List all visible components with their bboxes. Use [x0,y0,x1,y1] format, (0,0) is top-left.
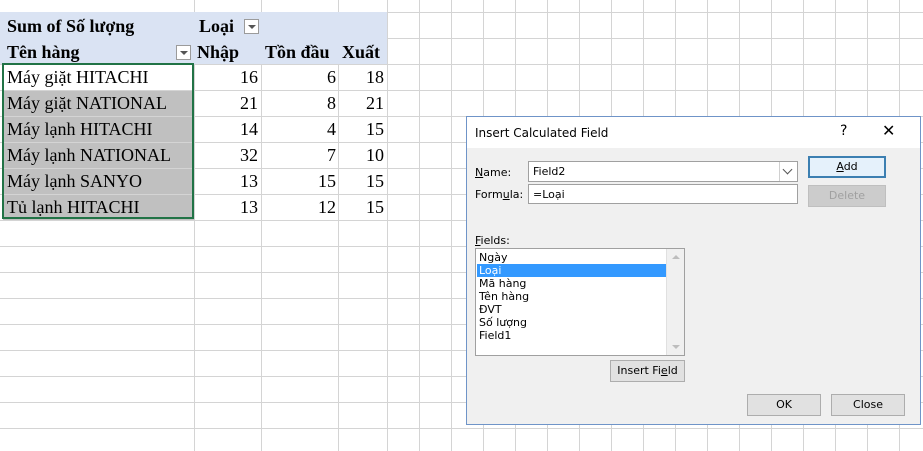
fields-listbox[interactable]: Ngày Loại Mã hàng Tên hàng ĐVT Số lượng … [475,248,685,356]
pivot-row-field-label: Tên hàng [7,42,80,62]
name-combobox[interactable]: Field2 [528,161,798,182]
cell-value[interactable]: 14 [198,116,258,142]
close-button[interactable]: Close [831,394,905,416]
dialog-titlebar[interactable]: Insert Calculated Field ? ✕ [467,117,920,148]
cell-value[interactable]: 8 [262,90,336,116]
cell-value[interactable]: 4 [262,116,336,142]
column-filter-dropdown-icon[interactable] [244,19,259,34]
cell-value[interactable]: 15 [340,116,384,142]
dialog-title: Insert Calculated Field [475,126,609,140]
selection-border [2,63,194,219]
row-filter-dropdown-icon[interactable] [176,45,191,60]
pivot-corner-label: Sum of Số lượng [7,16,135,36]
list-item[interactable]: ĐVT [477,303,669,316]
help-icon[interactable]: ? [840,123,847,139]
list-item[interactable]: Loại [477,264,669,277]
grid-row-line [0,428,923,429]
delete-button[interactable]: Delete [808,185,886,207]
cell-value[interactable]: 10 [340,142,384,168]
ok-button[interactable]: OK [747,394,821,416]
list-item[interactable]: Mã hàng [477,277,669,290]
pivot-column-header: Nhập [197,42,240,62]
fields-scrollbar[interactable] [666,249,684,355]
grid-column-line [419,0,420,451]
cell-value[interactable]: 15 [262,168,336,194]
cell-value[interactable]: 32 [198,142,258,168]
grid-column-line [451,0,452,451]
cell-value[interactable]: 15 [340,168,384,194]
add-button[interactable]: Add [808,156,886,178]
list-item[interactable]: Số lượng [477,316,669,329]
cell-value[interactable]: 21 [198,90,258,116]
fields-label: Fields: [475,234,510,247]
list-item[interactable]: Ngày [477,251,669,264]
cell-value[interactable]: 7 [262,142,336,168]
name-value: Field2 [533,165,566,178]
formula-input[interactable]: =Loại [528,184,798,204]
scroll-down-icon[interactable] [672,345,680,349]
pivot-column-header: Xuất [342,42,381,62]
cell-value[interactable]: 16 [198,64,258,90]
close-icon[interactable]: ✕ [882,121,895,140]
insert-field-button[interactable]: Insert Field [610,360,685,382]
scroll-up-icon[interactable] [672,255,680,259]
chevron-down-icon[interactable] [779,162,797,181]
cell-value[interactable]: 15 [340,194,384,220]
name-label: Name: [475,166,512,179]
list-item[interactable]: Tên hàng [477,290,669,303]
cell-value[interactable]: 18 [340,64,384,90]
cell-value[interactable]: 6 [262,64,336,90]
formula-value: =Loại [533,188,565,201]
cell-value[interactable]: 12 [262,194,336,220]
insert-calculated-field-dialog: Insert Calculated Field ? ✕ Name: Field2… [466,116,921,425]
cell-value[interactable]: 21 [340,90,384,116]
cell-value[interactable]: 13 [198,194,258,220]
pivot-column-header: Tồn đầu [265,42,330,62]
list-item[interactable]: Field1 [477,329,669,342]
cell-value[interactable]: 13 [198,168,258,194]
formula-label: Formula: [475,188,524,201]
pivot-column-field-label: Loại [199,16,235,36]
